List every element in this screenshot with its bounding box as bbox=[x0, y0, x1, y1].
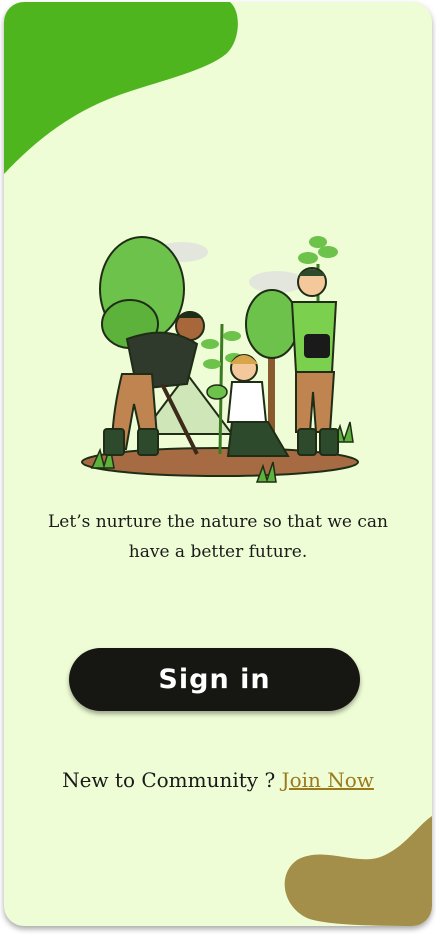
join-now-link[interactable]: Join Now bbox=[282, 768, 374, 792]
signup-prompt: New to Community ? Join Now bbox=[4, 768, 432, 792]
onboarding-card: Let’s nurture the nature so that we can … bbox=[4, 2, 432, 926]
sign-in-button[interactable]: Sign in bbox=[69, 648, 360, 711]
signup-prompt-text: New to Community ? bbox=[62, 768, 282, 792]
bottom-decoration-blob bbox=[284, 816, 432, 926]
top-decoration-blob bbox=[4, 2, 238, 174]
tagline-text: Let’s nurture the nature so that we can … bbox=[48, 512, 388, 562]
tree-planting-illustration bbox=[81, 236, 359, 483]
